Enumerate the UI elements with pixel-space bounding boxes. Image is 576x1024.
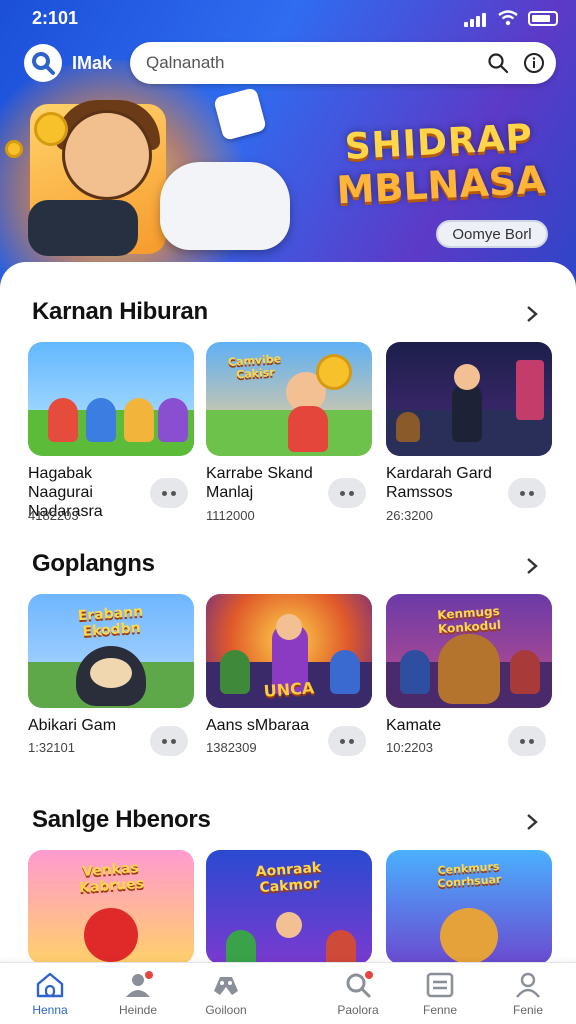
game-thumbnail: Erabann Ekodbn	[28, 594, 194, 708]
bottom-nav: Henna Heinde Goiloon Paolora Fenne Fenie	[0, 962, 576, 1024]
section-title: Karnan Hiburan	[32, 298, 208, 325]
notification-badge	[143, 969, 155, 981]
game-thumbnail: Camvibe Cakisr	[206, 342, 372, 456]
nav-item-profile[interactable]: Heinde	[98, 969, 178, 1023]
search-bar[interactable]	[130, 42, 556, 84]
game-meta: 4182203	[28, 508, 79, 523]
search-icon[interactable]	[484, 49, 512, 77]
coin-icon	[5, 140, 23, 158]
section-title: Sanlge Hbenors	[32, 806, 211, 833]
notification-badge	[363, 969, 375, 981]
nav-item-search[interactable]: Paolora	[318, 969, 398, 1023]
nav-item-games[interactable]: Goiloon	[186, 969, 266, 1023]
chevron-right-icon[interactable]	[520, 810, 544, 834]
list-icon	[423, 969, 457, 1001]
more-options-button[interactable]	[508, 726, 546, 756]
app-logo-icon[interactable]	[24, 44, 62, 82]
nav-item-list[interactable]: Fenne	[400, 969, 480, 1023]
controller-dark-image	[28, 200, 138, 256]
chevron-right-icon[interactable]	[520, 302, 544, 326]
game-meta: 1382309	[206, 740, 257, 755]
game-thumbnail: Kenmugs Konkodul	[386, 594, 552, 708]
game-thumbnail	[386, 342, 552, 456]
game-title: Kamate	[386, 717, 442, 734]
hero-banner[interactable]: 2:101 IMak SHIDRAP MBL	[0, 0, 576, 300]
nav-item-home[interactable]: Henna	[10, 969, 90, 1023]
game-title: Aans sMbaraa	[206, 717, 310, 734]
status-bar: 2:101	[0, 0, 576, 34]
gamepad-icon	[209, 969, 243, 1001]
game-meta: 26:3200	[386, 508, 433, 523]
info-icon[interactable]	[520, 49, 548, 77]
more-options-button[interactable]	[150, 726, 188, 756]
game-thumbnail: Venkas Kabrues	[28, 850, 194, 962]
battery-icon	[528, 10, 558, 26]
game-meta: 10:2203	[386, 740, 433, 755]
controller-white-image	[160, 162, 290, 250]
app-brand: IMak	[72, 53, 113, 73]
game-thumbnail: Cenkmurs Conrhsuar	[386, 850, 552, 962]
game-thumbnail	[28, 342, 194, 456]
hero-cta-button[interactable]: Oomye Borl	[436, 220, 548, 248]
game-title: Abikari Gam	[28, 717, 117, 734]
signal-icon	[464, 9, 488, 27]
game-title: Kardarah Gard Ramssos	[386, 465, 492, 501]
game-meta: 1112000	[206, 508, 255, 523]
more-options-button[interactable]	[508, 478, 546, 508]
game-thumbnail: UNCA	[206, 594, 372, 708]
profile-icon	[121, 969, 155, 1001]
more-options-button[interactable]	[328, 726, 366, 756]
hero-title: SHIDRAP MBLNASA	[335, 117, 547, 213]
app-bar: IMak	[24, 42, 556, 84]
nav-item-user[interactable]: Fenie	[488, 969, 568, 1023]
search-input[interactable]	[146, 51, 446, 75]
hero-character	[62, 110, 152, 200]
game-thumbnail: Aonraak Cakmor	[206, 850, 372, 962]
game-title: Karrabe Skand Manlaj	[206, 465, 313, 501]
search-icon	[341, 969, 375, 1001]
more-options-button[interactable]	[328, 478, 366, 508]
status-time: 2:101	[32, 8, 79, 28]
user-icon	[511, 969, 545, 1001]
wifi-icon	[498, 10, 518, 26]
chevron-right-icon[interactable]	[520, 554, 544, 578]
game-meta: 1:32101	[28, 740, 75, 755]
more-options-button[interactable]	[150, 478, 188, 508]
section-title: Goplangns	[32, 550, 155, 577]
content-sheet: Karnan Hiburan Hagabak Naagurai Nadarasr…	[0, 262, 576, 962]
home-icon	[33, 969, 67, 1001]
coin-icon	[34, 112, 68, 146]
